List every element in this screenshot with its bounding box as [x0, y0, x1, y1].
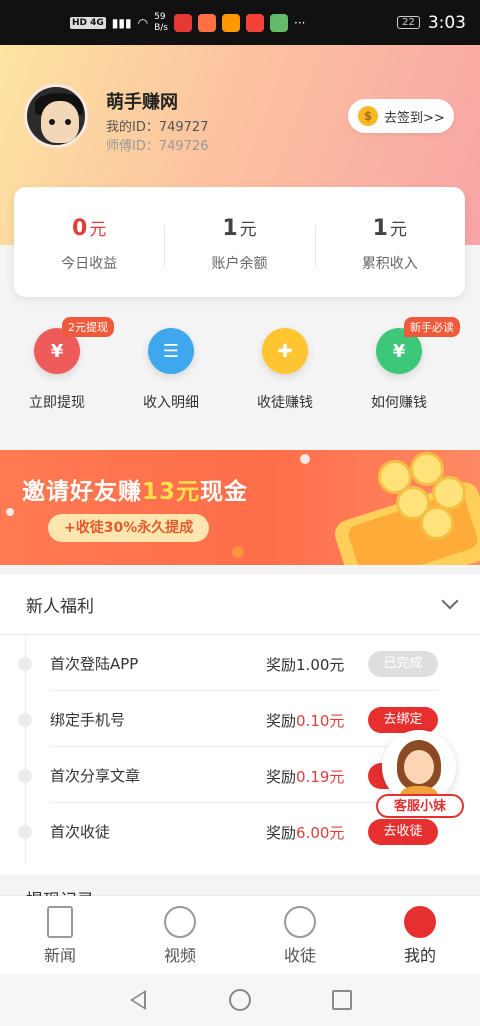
tab-news[interactable]: 新闻 [0, 896, 120, 974]
net-speed: 59 [154, 11, 166, 22]
status-bar: HD 4G ▮▮▮ ◠ 59 B/s ··· 22 3:03 [0, 0, 480, 45]
app-notification-icon [246, 13, 264, 32]
quick-actions: ¥ 2元提现 立即提现 ☰ 收入明细 ✚ 收徒赚钱 ¥ 新手必读 如何赚钱 [0, 312, 480, 442]
customer-service-button[interactable]: 客服小妹 [376, 730, 466, 822]
coin-icon [432, 476, 466, 510]
wifi-icon: ◠ [137, 15, 149, 30]
action-income-details[interactable]: ☰ 收入明细 [114, 312, 228, 442]
users-icon [284, 906, 316, 938]
back-icon[interactable] [130, 990, 146, 1010]
tab-recruit[interactable]: 收徒 [240, 896, 360, 974]
master-id: 师傅ID：749726 [106, 139, 209, 154]
action-how-to-earn[interactable]: ¥ 新手必读 如何赚钱 [342, 312, 460, 442]
tab-mine[interactable]: 我的 [360, 896, 480, 974]
system-nav-bar [0, 974, 480, 1026]
tab-label: 新闻 [43, 946, 76, 965]
benefits-header[interactable]: 新人福利 [0, 575, 480, 635]
stat-label: 累积收入 [361, 256, 418, 272]
tab-video[interactable]: 视频 [120, 896, 240, 974]
benefit-reward: 奖励6.00元 [266, 824, 345, 842]
benefit-reward: 奖励1.00元 [266, 656, 345, 674]
recruit-button[interactable]: 去收徒 [368, 819, 438, 845]
tab-label: 收徒 [283, 946, 316, 965]
stat-today-earnings[interactable]: 0元 今日收益 [14, 187, 164, 297]
battery-icon: 22 [397, 16, 420, 29]
banner-subtitle: +收徒30%永久提成 [48, 514, 210, 542]
action-label: 收入明细 [143, 395, 199, 411]
profile-icon [404, 906, 436, 938]
stat-label: 今日收益 [61, 256, 118, 272]
action-withdraw[interactable]: ¥ 2元提现 立即提现 [0, 312, 114, 442]
action-label: 如何赚钱 [371, 395, 427, 411]
action-tag: 新手必读 [404, 317, 460, 337]
checkin-label: 去签到>> [384, 110, 445, 126]
benefit-reward: 奖励0.10元 [266, 712, 345, 730]
benefit-reward: 奖励0.19元 [266, 768, 345, 786]
action-label: 立即提现 [29, 395, 85, 411]
stat-account-balance[interactable]: 1元 账户余额 [164, 187, 314, 297]
net-speed-unit: B/s [154, 22, 168, 33]
benefit-name: 首次收徒 [50, 823, 111, 841]
customer-service-label: 客服小妹 [376, 794, 464, 818]
signal-icon: ▮▮▮ [111, 15, 132, 30]
app-notification-icon [270, 13, 288, 32]
user-id: 我的ID：749727 [106, 120, 209, 135]
add-user-icon: ✚ [262, 328, 308, 374]
stat-unit: 元 [89, 220, 107, 240]
benefits-title: 新人福利 [26, 597, 94, 617]
recent-apps-icon[interactable] [332, 990, 352, 1010]
stat-value: 1 [372, 216, 388, 241]
action-recruit[interactable]: ✚ 收徒赚钱 [228, 312, 342, 442]
stat-total-income[interactable]: 1元 累积收入 [314, 187, 465, 297]
stat-label: 账户余额 [211, 256, 268, 272]
stat-value: 1 [222, 216, 238, 241]
clock: 3:03 [427, 12, 466, 33]
tab-label: 视频 [163, 946, 196, 965]
earnings-card: 0元 今日收益 1元 账户余额 1元 累积收入 [14, 187, 465, 297]
newcomer-benefits: 新人福利 首次登陆APP 奖励1.00元 已完成 绑定手机号 奖励0.10元 去… [0, 575, 480, 875]
benefit-name: 首次登陆APP [50, 655, 139, 673]
benefit-name: 绑定手机号 [50, 711, 126, 729]
action-label: 收徒赚钱 [257, 395, 313, 411]
avatar[interactable] [24, 84, 88, 148]
more-notifications-icon: ··· [294, 15, 306, 30]
stat-unit: 元 [239, 220, 257, 240]
home-icon[interactable] [229, 989, 251, 1011]
bottom-tab-bar: 新闻 视频 收徒 我的 [0, 896, 480, 974]
app-notification-icon [222, 13, 240, 32]
action-tag: 2元提现 [62, 317, 114, 337]
support-agent-icon [382, 730, 456, 804]
user-name: 萌手赚网 [106, 92, 178, 113]
stat-value: 0 [72, 216, 88, 241]
document-icon: ☰ [148, 328, 194, 374]
stat-unit: 元 [389, 220, 407, 240]
coin-icon [420, 506, 454, 540]
app-notification-icon [198, 13, 216, 32]
banner-title: 邀请好友赚13元现金 [22, 479, 249, 505]
app-notification-icon [174, 13, 192, 32]
invite-banner[interactable]: 邀请好友赚13元现金 +收徒30%永久提成 [0, 450, 480, 565]
news-icon [47, 906, 73, 938]
benefit-name: 首次分享文章 [50, 767, 141, 785]
checkin-button[interactable]: $ 去签到>> [348, 99, 454, 133]
play-icon [164, 906, 196, 938]
tab-label: 我的 [403, 946, 436, 965]
benefit-item: 首次登陆APP 奖励1.00元 已完成 [0, 635, 480, 691]
benefit-completed-button: 已完成 [368, 651, 438, 677]
coin-icon: $ [358, 106, 378, 126]
network-indicator: HD 4G [70, 16, 106, 29]
